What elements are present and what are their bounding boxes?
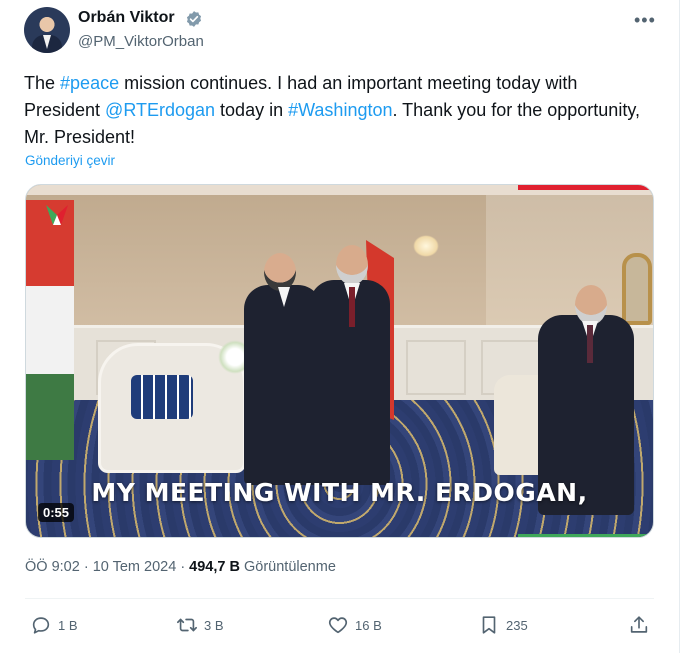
share-button[interactable]: [628, 613, 650, 637]
mention-rterdogan-link[interactable]: @RTErdogan: [105, 100, 215, 120]
heart-icon: [328, 617, 348, 634]
actions-divider: [25, 598, 654, 599]
channel-logo-icon: [46, 205, 68, 225]
author-avatar[interactable]: [24, 7, 70, 53]
reply-icon: [32, 617, 50, 634]
verified-badge-icon: [186, 11, 202, 27]
video-player[interactable]: MY MEETING WITH MR. ERDOGAN, 0:55: [25, 184, 654, 538]
video-scene-pillow: [131, 375, 193, 419]
meta-separator: ·: [83, 559, 93, 575]
hungarian-flag: [26, 200, 74, 460]
views-count: 494,7 B: [189, 559, 240, 575]
person-right-head: [575, 285, 607, 325]
repost-button[interactable]: 3 B: [176, 613, 224, 637]
tweet-card: Orbán Viktor @PM_ViktorOrban ••• The #pe…: [0, 0, 680, 653]
video-accent-bar-red: [518, 185, 653, 190]
person-erdogan-tie: [349, 287, 355, 327]
bookmark-icon: [482, 616, 496, 634]
video-caption: MY MEETING WITH MR. ERDOGAN,: [91, 478, 588, 507]
tweet-text-segment: today in: [215, 100, 289, 120]
bookmark-count: 235: [506, 617, 528, 633]
meta-separator: ·: [180, 559, 190, 575]
like-button[interactable]: 16 B: [327, 613, 382, 637]
video-accent-bar-green: [518, 534, 653, 537]
bookmark-button[interactable]: 235: [478, 613, 528, 637]
video-duration: 0:55: [38, 503, 75, 522]
views-label: Görüntülenme: [244, 559, 336, 575]
tweet-date[interactable]: 10 Tem 2024: [93, 559, 177, 575]
tweet-meta: ÖÖ 9:02 · 10 Tem 2024 · 494,7 B Görüntül…: [25, 559, 336, 575]
translate-link[interactable]: Gönderiyi çevir: [25, 153, 115, 168]
more-icon[interactable]: •••: [634, 10, 656, 31]
hashtag-washington-link[interactable]: #Washington: [288, 100, 392, 120]
hashtag-peace-link[interactable]: #peace: [60, 73, 119, 93]
reply-button[interactable]: 1 B: [30, 613, 78, 637]
person-right-tie: [587, 325, 593, 363]
author-handle[interactable]: @PM_ViktorOrban: [78, 33, 204, 50]
video-scene-panel: [406, 340, 466, 395]
tweet-text: The #peace mission continues. I had an i…: [24, 70, 654, 151]
like-count: 16 B: [355, 617, 382, 633]
repost-icon: [177, 618, 197, 632]
repost-count: 3 B: [204, 617, 224, 633]
tweet-text-segment: The: [24, 73, 61, 93]
reply-count: 1 B: [58, 617, 78, 633]
video-scene-lamp: [413, 235, 439, 257]
person-erdogan-head: [336, 245, 368, 285]
author-name[interactable]: Orbán Viktor: [78, 9, 175, 27]
share-icon: [630, 616, 648, 633]
video-scene-mirror: [622, 253, 652, 325]
tweet-time[interactable]: ÖÖ 9:02: [25, 559, 80, 575]
person-orban-head: [264, 253, 296, 291]
